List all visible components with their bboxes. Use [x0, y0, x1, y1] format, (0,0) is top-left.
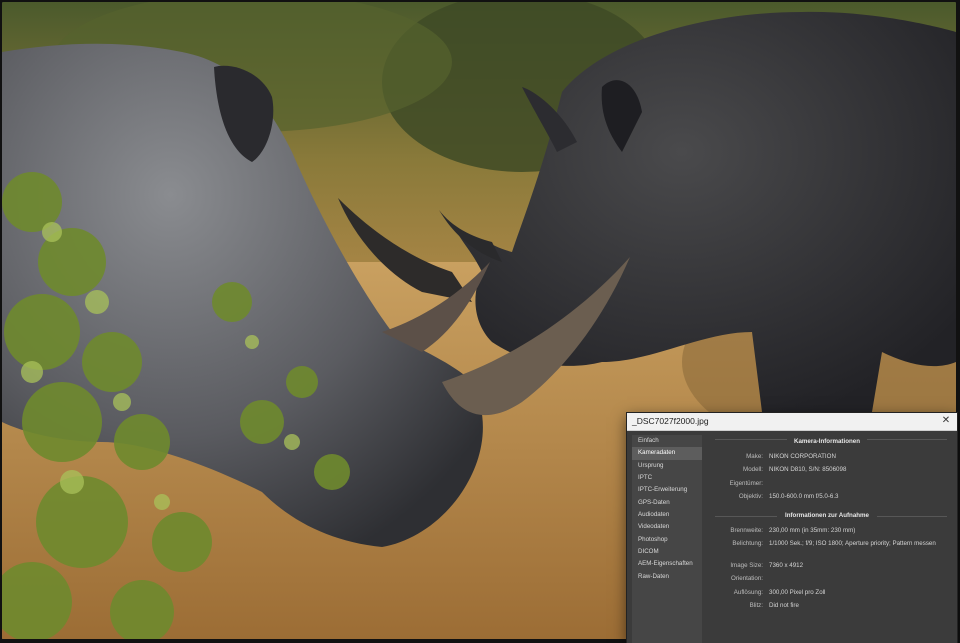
field-label: Objektiv: [738, 493, 763, 500]
field-label: Belichtung: [732, 540, 763, 547]
field-aufloesung: Auflösung: 300,00 Pixel pro Zoll [707, 589, 952, 599]
field-eigentuemer: Eigentümer: [707, 480, 952, 490]
field-value: Did not fire [769, 602, 799, 609]
field-label: Modell: [743, 466, 763, 473]
field-value: 150.0-600.0 mm f/5.0-6.3 [769, 493, 839, 500]
sidebar-item-dicom[interactable]: DICOM [632, 546, 702, 558]
file-info-dialog: _DSC7027f2000.jpg ✕ Einfach Kameradaten … [627, 413, 957, 643]
close-icon[interactable]: ✕ [939, 414, 953, 428]
field-label: Make: [746, 453, 763, 460]
sidebar-item-iptc-erweiterung[interactable]: IPTC-Erweiterung [632, 484, 702, 496]
sidebar-item-videodaten[interactable]: Videodaten [632, 521, 702, 533]
field-value: NIKON CORPORATION [769, 453, 836, 460]
field-brennweite: Brennweite: 230,00 mm (in 35mm: 230 mm) [707, 527, 952, 537]
sidebar-item-raw-daten[interactable]: Raw-Daten [632, 571, 702, 583]
sidebar-item-ursprung[interactable]: Ursprung [632, 460, 702, 472]
category-sidebar: Einfach Kameradaten Ursprung IPTC IPTC-E… [632, 435, 702, 643]
field-label: Auflösung: [733, 589, 763, 596]
field-blitz: Blitz: Did not fire [707, 602, 952, 612]
metadata-panel: Kamera-Informationen Make: NIKON CORPORA… [707, 435, 952, 643]
field-label: Brennweite: [730, 527, 763, 534]
field-belichtung: Belichtung: 1/1000 Sek.; f/9; ISO 1800; … [707, 540, 952, 550]
field-label: Eigentümer: [729, 480, 763, 487]
field-label: Orientation: [731, 575, 763, 582]
field-value: 1/1000 Sek.; f/9; ISO 1800; Aperture pri… [769, 540, 936, 547]
sidebar-item-aem-eigenschaften[interactable]: AEM-Eigenschaften [632, 558, 702, 570]
field-label: Blitz: [749, 602, 763, 609]
section-title-camera: Kamera-Informationen [787, 438, 867, 445]
dialog-titlebar[interactable]: _DSC7027f2000.jpg ✕ [627, 413, 957, 431]
section-title-capture: Informationen zur Aufnahme [777, 512, 877, 519]
sidebar-item-photoshop[interactable]: Photoshop [632, 534, 702, 546]
sidebar-item-audiodaten[interactable]: Audiodaten [632, 509, 702, 521]
sidebar-item-kameradaten[interactable]: Kameradaten [632, 447, 702, 460]
field-value: 300,00 Pixel pro Zoll [769, 589, 826, 596]
dialog-title: _DSC7027f2000.jpg [632, 416, 709, 426]
field-value: 230,00 mm (in 35mm: 230 mm) [769, 527, 856, 534]
sidebar-item-einfach[interactable]: Einfach [632, 435, 702, 447]
sidebar-item-gps-daten[interactable]: GPS-Daten [632, 497, 702, 509]
field-label: Image Size: [730, 562, 763, 569]
field-orientation: Orientation: [707, 575, 952, 585]
field-value: 7360 x 4912 [769, 562, 804, 569]
field-image-size: Image Size: 7360 x 4912 [707, 562, 952, 572]
field-value: NIKON D810, S/N: 8506098 [769, 466, 847, 473]
field-objektiv: Objektiv: 150.0-600.0 mm f/5.0-6.3 [707, 493, 952, 503]
field-modell: Modell: NIKON D810, S/N: 8506098 [707, 466, 952, 476]
field-make: Make: NIKON CORPORATION [707, 453, 952, 463]
sidebar-item-iptc[interactable]: IPTC [632, 472, 702, 484]
